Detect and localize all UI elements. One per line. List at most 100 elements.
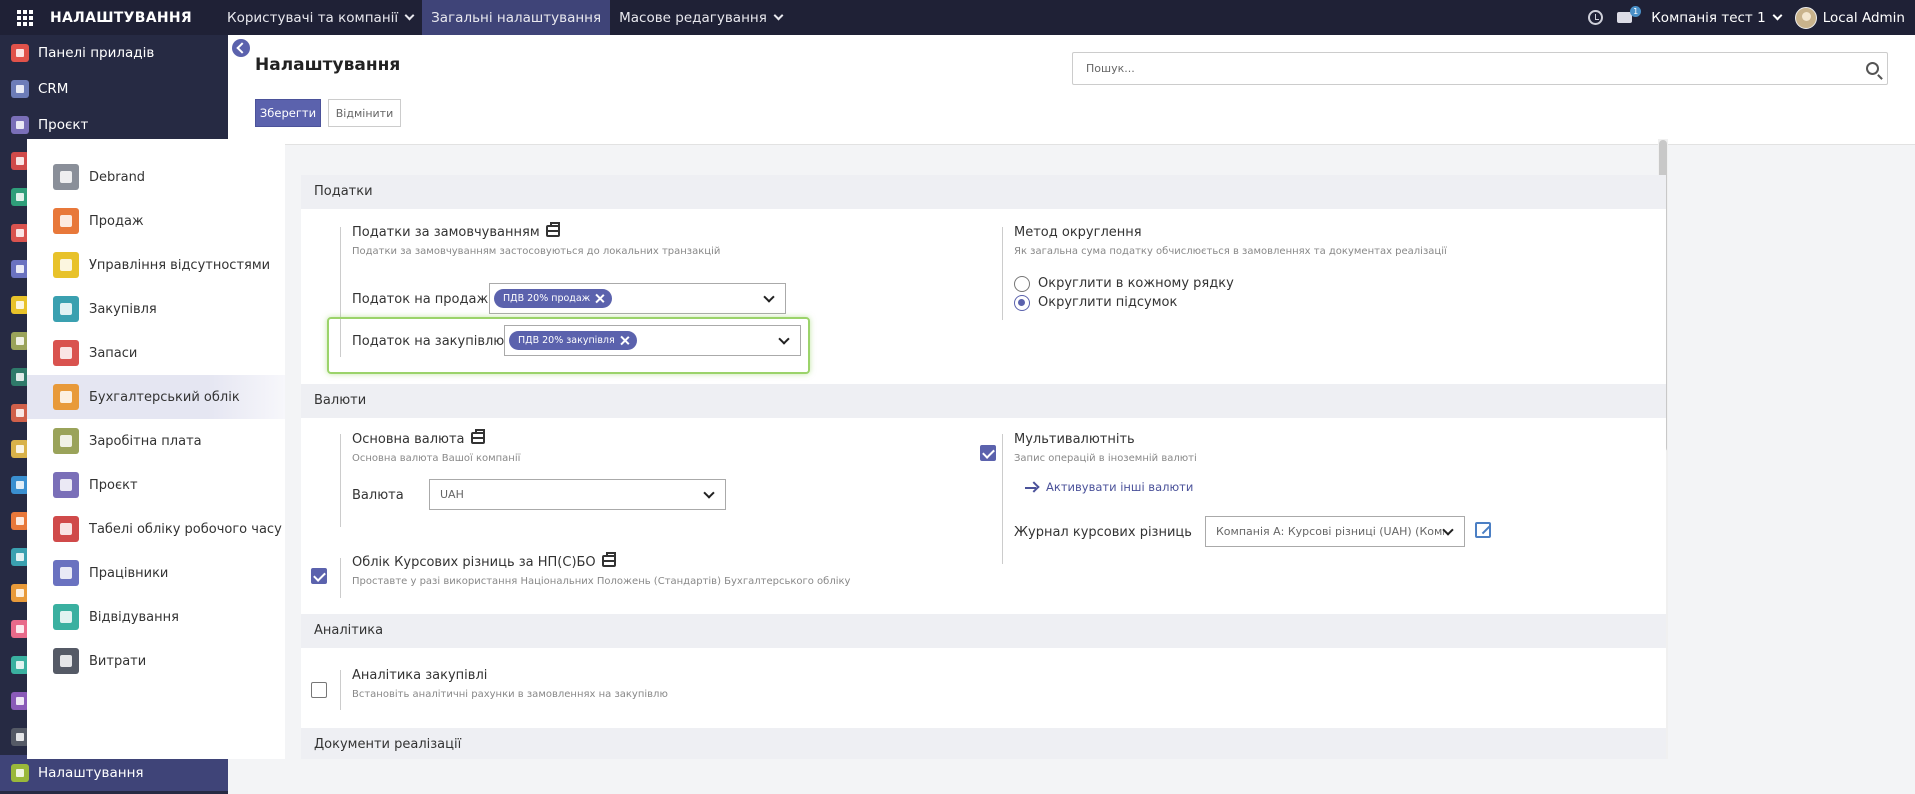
app-icon	[53, 296, 79, 322]
settings-nav-item-11[interactable]: Витрати	[27, 639, 285, 683]
briefcase-icon	[601, 552, 616, 567]
app-brand[interactable]: НАЛАШТУВАННЯ	[50, 10, 192, 26]
radio-round-globally[interactable]	[1014, 295, 1030, 311]
default-taxes-title: Податки за замовчуванням	[352, 222, 560, 240]
messages-badge: 1	[1630, 5, 1642, 17]
activity-clock-icon[interactable]	[1588, 10, 1604, 25]
purchase-analytics-help: Встановіть аналітичні рахунки в замовлен…	[352, 689, 668, 700]
section-header-taxes: Податки	[301, 175, 1666, 209]
settings-nav-item-8[interactable]: Табелі обліку робочого часу	[27, 507, 285, 551]
app-icon	[11, 80, 29, 98]
sales-tax-label: Податок на продаж	[352, 292, 489, 307]
sidebar-item-label: Налаштування	[38, 765, 144, 781]
multi-currency-checkbox[interactable]	[980, 445, 996, 461]
top-navbar: НАЛАШТУВАННЯ Користувачі та компанії Зага…	[0, 0, 1915, 35]
settings-nav-item-9[interactable]: Працівники	[27, 551, 285, 595]
search-icon[interactable]	[1866, 62, 1879, 75]
settings-nav-item-4[interactable]: Запаси	[27, 331, 285, 375]
remove-tag-icon[interactable]	[620, 335, 630, 345]
npsbo-checkbox[interactable]	[311, 568, 327, 584]
multi-currency-help: Запис операцій в іноземній валюті	[1014, 453, 1197, 464]
chevron-down-icon[interactable]	[703, 487, 715, 499]
section-currencies: Основна валюта Основна валюта Вашої комп…	[301, 418, 1666, 614]
search-input[interactable]	[1073, 53, 1843, 84]
settings-nav-label: Бухгалтерський облік	[89, 389, 240, 405]
top-menu-item-0[interactable]: Користувачі та компанії	[218, 0, 422, 35]
settings-nav-item-7[interactable]: Проєкт	[27, 463, 285, 507]
rounding-help: Як загальна сума податку обчислюється в …	[1014, 246, 1447, 257]
settings-nav-item-10[interactable]: Відвідування	[27, 595, 285, 639]
purchase-analytics-title: Аналітика закупівлі	[352, 668, 488, 683]
page-title: Налаштування	[255, 55, 401, 75]
arrow-right-icon[interactable]	[1025, 482, 1039, 494]
settings-nav-item-2[interactable]: Управління відсутностями	[27, 243, 285, 287]
top-menu-item-2[interactable]: Масове редагування	[610, 0, 791, 35]
radio-round-globally-label[interactable]: Округлити підсумок	[1038, 295, 1177, 310]
search-box	[1072, 52, 1888, 85]
radio-round-per-line-label[interactable]: Округлити в кожному рядку	[1038, 276, 1234, 291]
top-menu-item-1[interactable]: Загальні налаштування	[422, 0, 611, 35]
radio-round-per-line[interactable]	[1014, 276, 1030, 292]
company-switcher[interactable]: Компанія тест 1	[1651, 10, 1783, 26]
section-header-sales-docs: Документи реалізації	[301, 728, 1666, 759]
app-icon	[11, 764, 29, 782]
app-icon	[53, 560, 79, 586]
settings-nav-item-5[interactable]: Бухгалтерський облік	[27, 375, 285, 419]
app-icon	[53, 384, 79, 410]
chevron-down-icon	[1772, 10, 1783, 21]
settings-nav-item-6[interactable]: Заробітна плата	[27, 419, 285, 463]
chevron-down-icon[interactable]	[763, 291, 775, 303]
remove-tag-icon[interactable]	[595, 293, 605, 303]
app-icon	[53, 516, 79, 542]
topbar-right: 1 Компанія тест 1 Local Admin	[1588, 0, 1915, 35]
apps-menu-icon[interactable]	[0, 0, 50, 35]
chevron-down-icon	[773, 10, 784, 21]
chevron-down-icon[interactable]	[778, 333, 790, 345]
sidebar-item-2[interactable]: Проєкт	[0, 107, 228, 143]
rounding-title: Метод округлення	[1014, 225, 1142, 240]
sidebar-item-1[interactable]: CRM	[0, 71, 228, 107]
purchase-tax-label: Податок на закупівлю	[352, 334, 505, 349]
app-icon	[53, 164, 79, 190]
user-menu[interactable]: Local Admin	[1794, 6, 1905, 29]
cancel-button[interactable]: Відмінити	[328, 99, 401, 127]
settings-nav-label: Табелі обліку робочого часу	[89, 521, 282, 537]
user-name: Local Admin	[1822, 9, 1905, 26]
settings-app-nav: Debrand Продаж Управління відсутностями Зак…	[27, 139, 285, 759]
npsbo-help: Проставте у разі використання Національн…	[352, 576, 851, 587]
app-icon	[53, 340, 79, 366]
back-arrow-icon[interactable]	[232, 39, 250, 57]
purchase-tax-field[interactable]: ПДВ 20% закупівля	[504, 325, 801, 356]
currency-field[interactable]: UAH	[429, 479, 726, 510]
app-icon	[11, 44, 29, 62]
sidebar-item-0[interactable]: Панелі приладів	[0, 35, 228, 71]
settings-nav-item-0[interactable]: Debrand	[27, 155, 285, 199]
settings-main: Податки Податки за замовчуванням Податки…	[301, 139, 1672, 759]
sales-tax-field[interactable]: ПДВ 20% продаж	[489, 283, 786, 314]
default-taxes-help: Податки за замовчуванням застосовуються …	[352, 246, 721, 257]
multi-currency-title: Мультивалютніть	[1014, 432, 1135, 447]
chevron-down-icon	[404, 10, 415, 21]
section-header-analytics: Аналітика	[301, 614, 1666, 648]
app-icon	[53, 604, 79, 630]
purchase-analytics-checkbox[interactable]	[311, 682, 327, 698]
currency-label: Валюта	[352, 488, 404, 503]
app-icon	[53, 648, 79, 674]
settings-nav-label: Продаж	[89, 213, 144, 229]
save-button[interactable]: Зберегти	[255, 99, 321, 127]
briefcase-icon	[470, 429, 485, 444]
settings-nav-item-1[interactable]: Продаж	[27, 199, 285, 243]
activate-currencies-link[interactable]: Активувати інші валюти	[1046, 480, 1193, 494]
sidebar-item-20[interactable]: Налаштування	[0, 755, 228, 791]
section-header-currencies: Валюти	[301, 384, 1666, 418]
chevron-down-icon[interactable]	[1442, 524, 1454, 536]
exchange-journal-field[interactable]: Компанія А: Курсові різниці (UAH) (Компа	[1205, 516, 1465, 547]
sidebar-item-label: Проєкт	[38, 117, 89, 133]
currency-value: UAH	[440, 488, 464, 501]
external-link-icon[interactable]	[1475, 522, 1491, 538]
settings-nav-label: Працівники	[89, 565, 169, 581]
app-icon	[11, 116, 29, 134]
purchase-tax-tag: ПДВ 20% закупівля	[509, 331, 637, 350]
messages-icon[interactable]: 1	[1617, 5, 1642, 26]
settings-nav-item-3[interactable]: Закупівля	[27, 287, 285, 331]
